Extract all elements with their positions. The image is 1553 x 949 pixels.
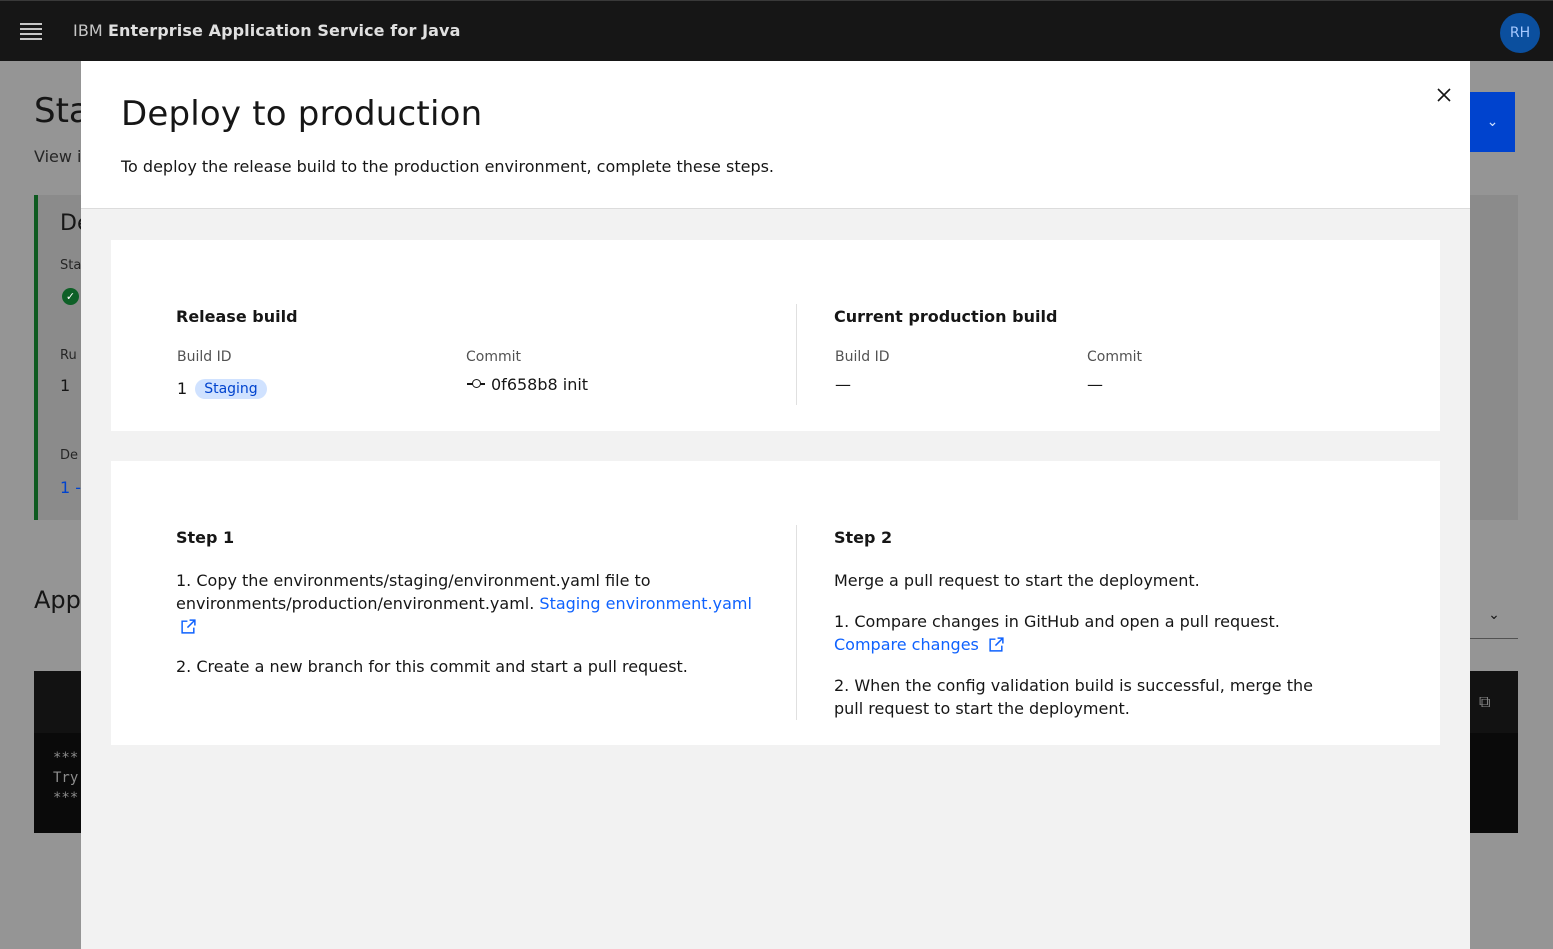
production-build-heading: Current production build	[834, 307, 1058, 326]
menu-icon[interactable]	[20, 23, 42, 40]
step2-item1: 1. Compare changes in GitHub and open a …	[834, 610, 1354, 656]
launch-icon[interactable]: ⧉	[1479, 692, 1490, 712]
production-build-id-label: Build ID	[835, 349, 890, 365]
deployed-label: De	[60, 448, 79, 463]
steps-panel: Step 1 1. Copy the environments/staging/…	[111, 461, 1440, 745]
deploy-modal: Deploy to production To deploy the relea…	[81, 61, 1470, 949]
checkmark-icon: ✓	[62, 288, 79, 305]
production-commit-label: Commit	[1087, 349, 1142, 365]
release-build-id-label: Build ID	[177, 349, 232, 365]
builds-panel: Release build Build ID 1 Staging Commit 0…	[111, 240, 1440, 431]
release-commit-label: Commit	[466, 349, 521, 365]
step1-item1: 1. Copy the environments/staging/environ…	[176, 569, 766, 638]
compare-changes-link[interactable]: Compare changes	[834, 635, 1005, 654]
step2-item2: 2. When the config validation build is s…	[834, 676, 1313, 718]
production-build-id-value: —	[835, 375, 851, 394]
commit-icon	[467, 379, 485, 389]
column-divider	[796, 525, 797, 720]
step2-intro: Merge a pull request to start the deploy…	[834, 571, 1200, 590]
column-divider	[796, 304, 797, 405]
run-value: 1	[60, 376, 71, 395]
release-commit-value: 0f658b8 init	[491, 375, 589, 394]
page-subtitle: View i	[34, 147, 82, 166]
release-build-id: 1 Staging	[177, 379, 267, 399]
release-build-id-value: 1	[177, 379, 188, 398]
step2-heading: Step 2	[834, 528, 893, 547]
deploy-dropdown-button[interactable]: ⌄	[1470, 92, 1515, 152]
app-title[interactable]: IBM Enterprise Application Service for J…	[73, 21, 461, 40]
section-title: App	[34, 586, 81, 614]
run-label: Ru	[60, 348, 77, 363]
staging-tag: Staging	[195, 379, 267, 399]
log-dropdown[interactable]: ⌄	[1470, 591, 1518, 639]
staging-environment-link-label: Staging environment.yaml	[539, 594, 752, 613]
brand-name: IBM	[73, 21, 103, 40]
production-commit-value: —	[1087, 375, 1103, 394]
release-build-heading: Release build	[176, 307, 298, 326]
status-label: Sta	[60, 258, 82, 273]
release-commit: 0f658b8 init	[467, 375, 588, 394]
compare-changes-link-label: Compare changes	[834, 635, 979, 654]
step2-item1-text: 1. Compare changes in GitHub and open a …	[834, 612, 1280, 631]
user-avatar[interactable]: RH	[1500, 13, 1540, 53]
step1-heading: Step 1	[176, 528, 235, 547]
launch-icon	[181, 619, 196, 634]
product-name: Enterprise Application Service for Java	[108, 21, 461, 40]
top-header: IBM Enterprise Application Service for J…	[0, 0, 1553, 61]
modal-description: To deploy the release build to the produ…	[121, 157, 775, 176]
close-button[interactable]	[1427, 78, 1461, 112]
deployment-link[interactable]: 1 -	[60, 478, 81, 497]
modal-title: Deploy to production	[121, 94, 483, 134]
chevron-down-icon: ⌄	[1488, 606, 1500, 623]
close-icon	[1437, 88, 1451, 102]
step1-item2: 2. Create a new branch for this commit a…	[176, 657, 688, 676]
modal-header: Deploy to production To deploy the relea…	[81, 61, 1470, 209]
chevron-down-icon: ⌄	[1486, 114, 1499, 130]
launch-icon	[989, 637, 1004, 652]
